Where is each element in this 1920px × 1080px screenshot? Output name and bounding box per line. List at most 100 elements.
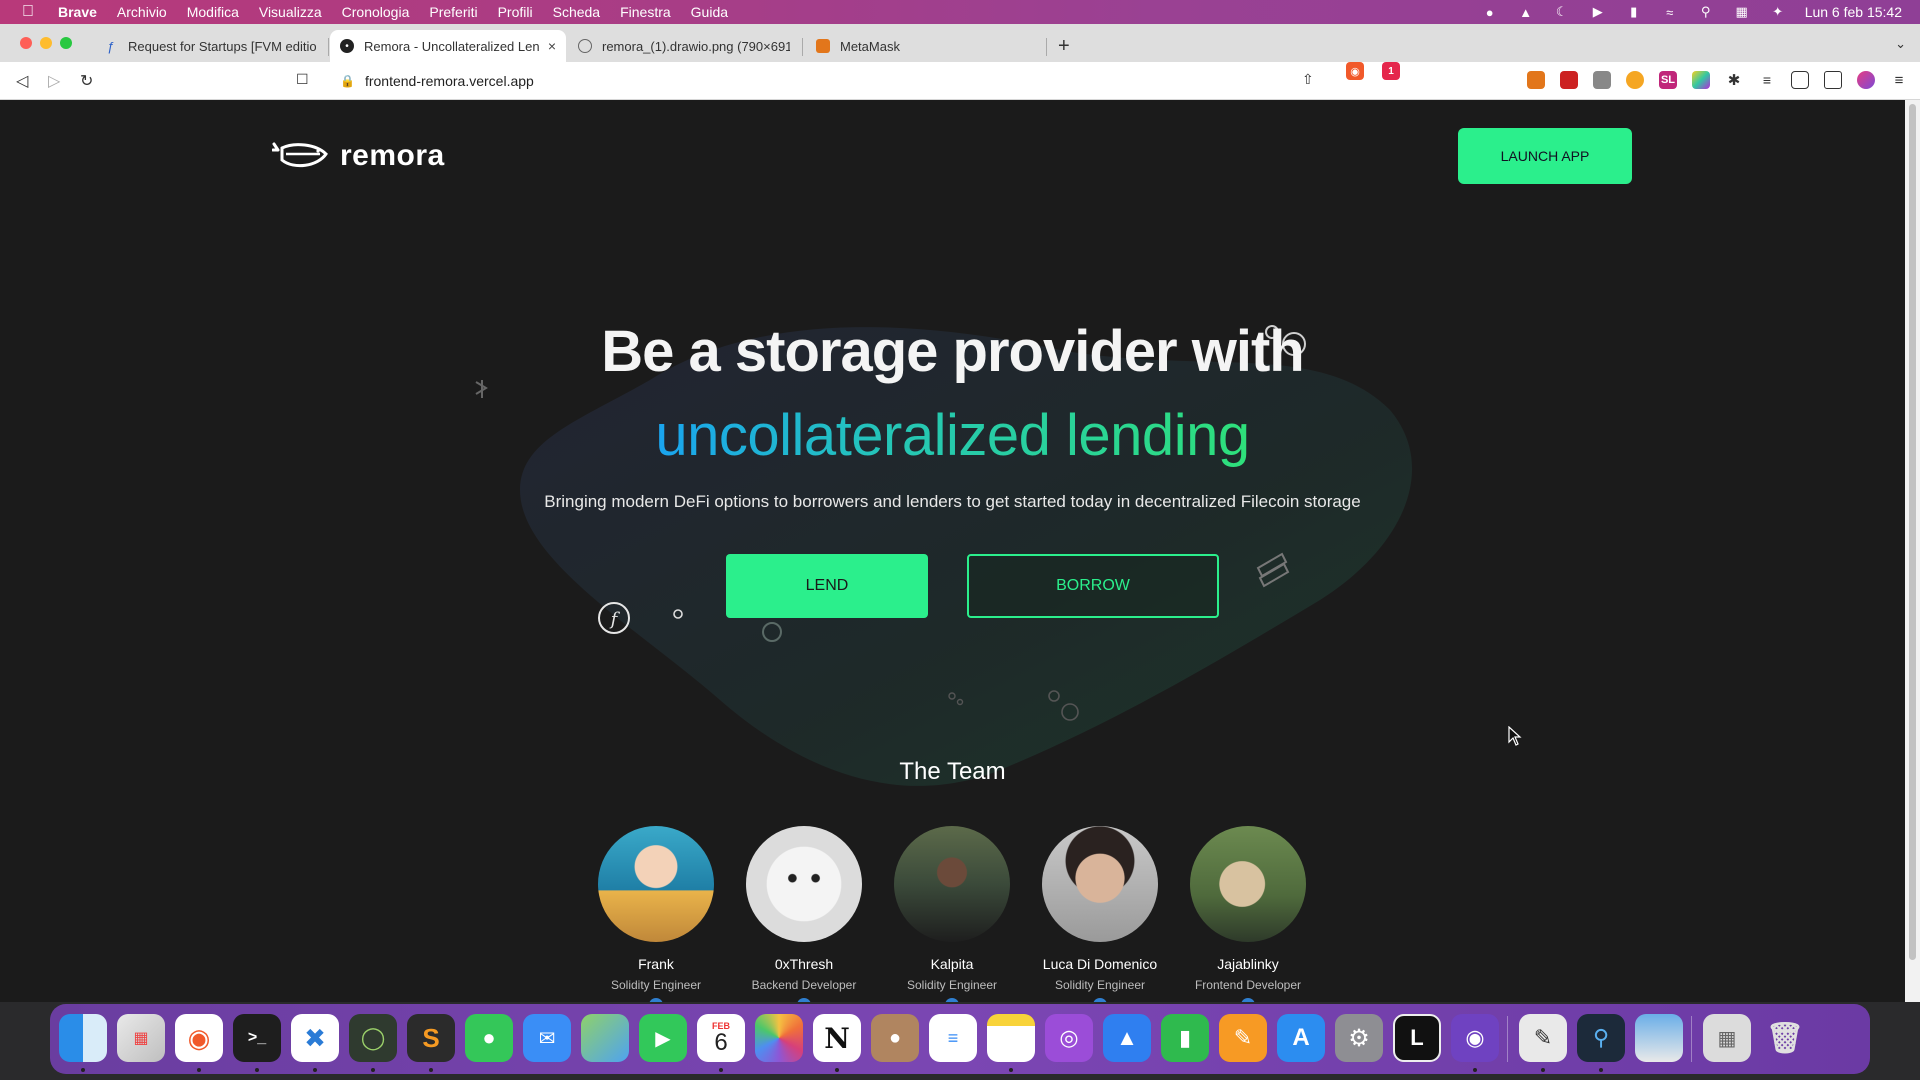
apple-icon[interactable]:  [16,0,40,24]
tab-remora[interactable]: • Remora - Uncollateralized Lend × [330,30,566,62]
tab-search-chevron-icon[interactable]: ⌄ [1895,36,1906,52]
wallet-icon[interactable] [1824,71,1842,89]
menu-app-name[interactable]: Brave [58,4,97,20]
reminders-icon[interactable]: ≡ [929,1014,977,1062]
tab-metamask[interactable]: MetaMask [806,30,1046,62]
playlist-icon[interactable]: ≡ [1758,71,1776,89]
menu-hamburger-icon[interactable]: ≡ [1890,71,1908,89]
member-role: Solidity Engineer [906,978,998,992]
script-editor-icon[interactable]: ✎ [1519,1014,1567,1062]
system-preferences-icon[interactable]: ⚙ [1335,1014,1383,1062]
tab-request-for-startups[interactable]: ƒ Request for Startups [FVM edition] [94,30,326,62]
sidebar-icon[interactable] [1791,71,1809,89]
profile-avatar-icon[interactable] [1857,71,1875,89]
maps-icon[interactable] [581,1014,629,1062]
facetime-icon[interactable]: ▶ [639,1014,687,1062]
close-tab-icon[interactable]: × [548,38,556,54]
vscode-icon[interactable]: ✖ [291,1014,339,1062]
menu-archivio[interactable]: Archivio [117,4,167,20]
menu-preferiti[interactable]: Preferiti [429,4,477,20]
control-center-icon[interactable]: ▦ [1733,4,1751,20]
warning-icon[interactable]: ▲ [1517,4,1535,20]
trash-icon[interactable]: 🗑 [1761,1014,1809,1062]
play-icon[interactable]: ▶ [1589,4,1607,20]
borrow-button[interactable]: BORROW [967,554,1219,618]
mail-icon[interactable]: ✉ [523,1014,571,1062]
metamask-extension-icon[interactable] [1527,71,1545,89]
menu-clock[interactable]: Lun 6 feb 15:42 [1805,4,1902,20]
back-icon[interactable]: ◁ [16,71,28,91]
member-name: 0xThresh [774,956,834,972]
github-desktop-icon[interactable]: ◉ [1451,1014,1499,1062]
wifi-icon[interactable]: ≈ [1661,4,1679,20]
new-tab-icon[interactable]: + [1058,35,1070,58]
address-url: frontend-remora.vercel.app [364,73,534,89]
lend-button[interactable]: LEND [726,554,928,618]
menu-cronologia[interactable]: Cronologia [342,4,410,20]
search-icon[interactable]: ⚲ [1697,4,1715,20]
notes-icon[interactable] [987,1014,1035,1062]
team-member-jajablinky: Jajablinky Frontend Developer [1173,826,1323,1002]
camera-extension-icon[interactable] [1593,71,1611,89]
share-icon[interactable]: ⇧ [1302,71,1314,88]
close-window-icon[interactable] [20,37,32,49]
notion-icon[interactable]: N [813,1014,861,1062]
puzzle-extensions-icon[interactable]: ✱ [1725,71,1743,89]
preview-icon[interactable] [1635,1014,1683,1062]
sublime-text-icon[interactable]: S [407,1014,455,1062]
filecoin-coin-icon: f [598,602,630,634]
brave-rewards-icon[interactable]: 1 [1382,62,1400,80]
menu-scheda[interactable]: Scheda [553,4,600,20]
messages-icon[interactable]: ● [465,1014,513,1062]
siri-icon[interactable]: ✦ [1769,4,1787,20]
forward-icon[interactable]: ▷ [48,71,60,91]
page-scrollbar[interactable] [1905,100,1920,1002]
moon-icon[interactable]: ☾ [1553,4,1571,20]
app-store-icon[interactable]: A [1277,1014,1325,1062]
avatar [1190,826,1306,942]
colorful-extension-icon[interactable] [1692,71,1710,89]
menu-modifica[interactable]: Modifica [187,4,239,20]
address-bar[interactable]: 🔒 frontend-remora.vercel.app [290,68,1330,94]
menu-guida[interactable]: Guida [691,4,728,20]
numbers-icon[interactable]: ▮ [1161,1014,1209,1062]
ublock-extension-icon[interactable] [1560,71,1578,89]
scrollbar-thumb[interactable] [1909,104,1916,960]
contacts-icon[interactable]: ● [871,1014,919,1062]
menu-finestra[interactable]: Finestra [620,4,671,20]
record-icon[interactable]: ● [1481,4,1499,20]
maximize-window-icon[interactable] [60,37,72,49]
finder-icon[interactable] [59,1014,107,1062]
tab-separator [802,38,803,56]
minimize-window-icon[interactable] [40,37,52,49]
launchpad-icon[interactable]: ▦ [117,1014,165,1062]
remora-favicon-icon: • [340,39,354,53]
reload-icon[interactable]: ↻ [80,71,93,91]
browser-toolbar: ◁ ▷ ↻ ☐ 🔒 frontend-remora.vercel.app ⇧ ◉… [0,62,1920,100]
menu-profili[interactable]: Profili [498,4,533,20]
battery-icon[interactable]: ▮ [1625,4,1643,20]
terminal-icon[interactable]: >_ [233,1014,281,1062]
hero-highlight: uncollateralized lending [0,402,1905,469]
menu-bar:  Brave Archivio Modifica Visualizza Cro… [0,0,1920,24]
launch-app-button[interactable]: LAUNCH APP [1458,128,1632,184]
brave-shields-icon[interactable]: ◉ [1346,62,1364,80]
remora-fish-icon [272,142,328,168]
podcasts-icon[interactable]: ◎ [1045,1014,1093,1062]
linear-l-icon[interactable]: L [1393,1014,1441,1062]
running-indicator [197,1068,201,1072]
running-indicator [255,1068,259,1072]
pages-icon[interactable]: ✎ [1219,1014,1267,1062]
coin-extension-icon[interactable] [1626,71,1644,89]
menu-visualizza[interactable]: Visualizza [259,4,322,20]
calendar-icon[interactable]: FEB 6 [697,1014,745,1062]
brave-browser-icon[interactable]: ◉ [175,1014,223,1062]
logo[interactable]: remora [272,136,445,176]
keynote-icon[interactable]: ▲ [1103,1014,1151,1062]
quicktime-icon[interactable]: ⚲ [1577,1014,1625,1062]
photos-icon[interactable] [755,1014,803,1062]
sl-extension-icon[interactable]: SL [1659,71,1677,89]
tab-drawio-image[interactable]: remora_(1).drawio.png (790×691) [568,30,800,62]
ledger-live-icon[interactable]: ◯ [349,1014,397,1062]
downloads-stack-icon[interactable]: ▦ [1703,1014,1751,1062]
